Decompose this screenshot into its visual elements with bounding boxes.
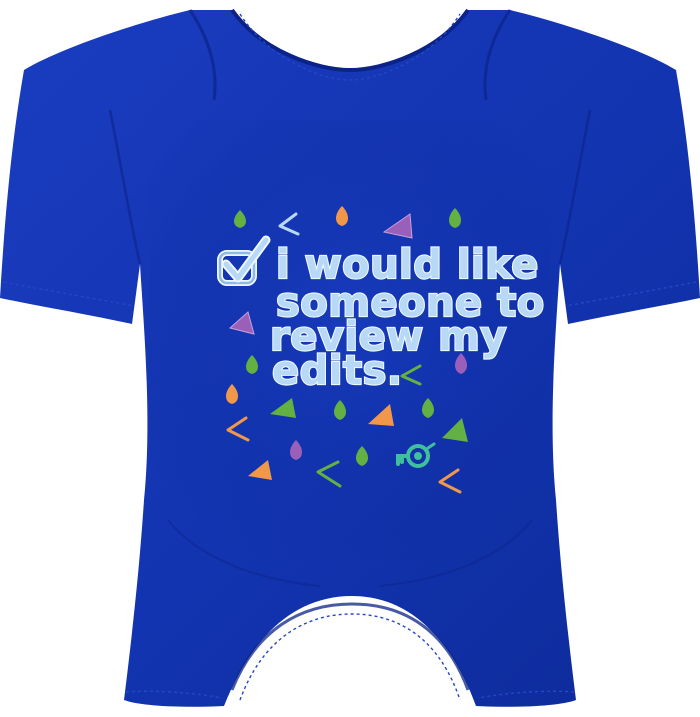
print-line-4: edits. (272, 348, 403, 394)
product-photo: i would like someone to review my edits. (0, 8, 700, 707)
